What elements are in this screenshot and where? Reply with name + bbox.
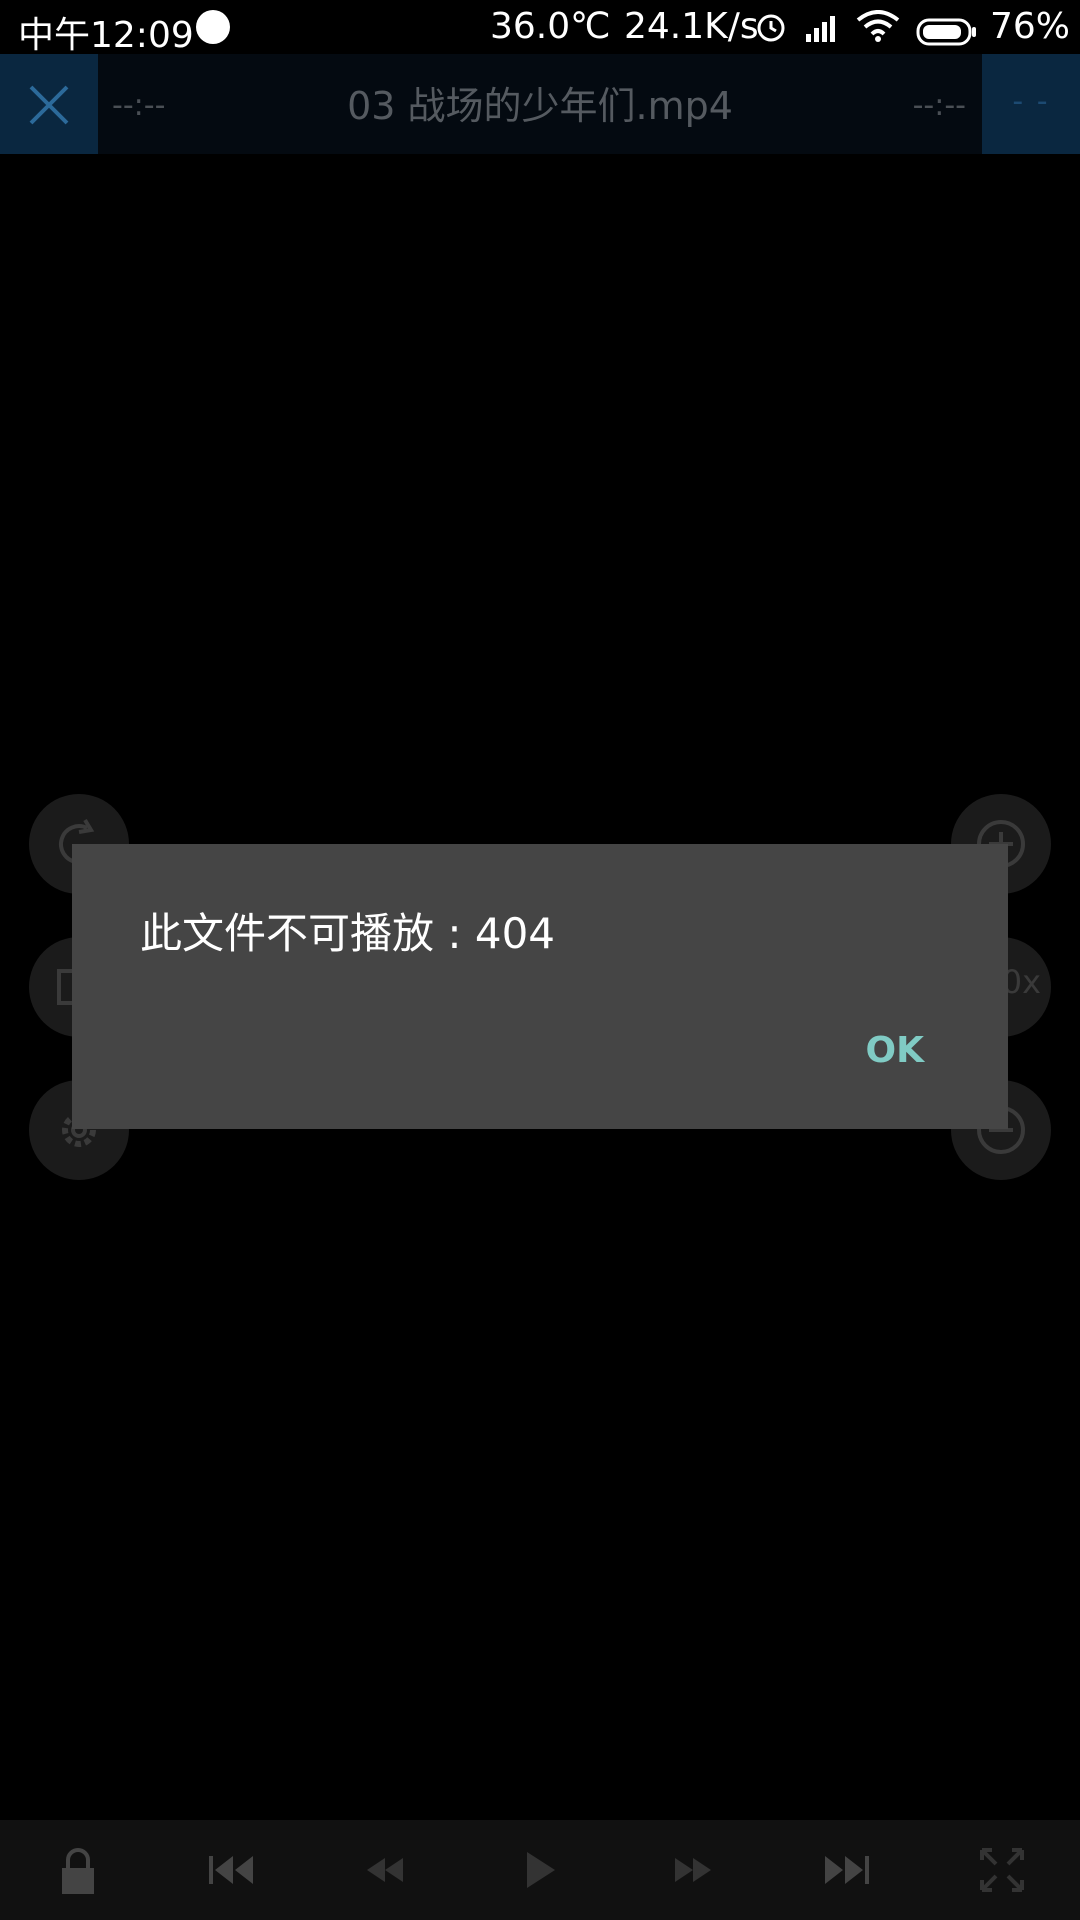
status-temperature: 36.0℃ bbox=[490, 6, 611, 47]
status-net-speed: 24.1K/s bbox=[624, 6, 759, 47]
elapsed-time: --:-- bbox=[112, 88, 166, 123]
player-top-bar: --:-- 03 战场的少年们.mp4 --:-- - - bbox=[0, 54, 1080, 154]
battery-icon bbox=[916, 14, 978, 55]
remaining-time: --:-- bbox=[912, 88, 966, 123]
status-battery-percent: 76% bbox=[990, 6, 1071, 47]
top-right-button[interactable]: - - bbox=[982, 54, 1080, 154]
video-player-screen: 中午12:09 36.0℃ 24.1K/s 76% --:-- 03 战场的少年… bbox=[0, 0, 1080, 1920]
fullscreen-icon[interactable] bbox=[972, 1840, 1032, 1900]
alarm-icon bbox=[754, 10, 788, 53]
rewind-icon[interactable] bbox=[355, 1840, 415, 1900]
close-button[interactable] bbox=[0, 54, 98, 154]
error-dialog: 此文件不可播放 : 404 OK bbox=[72, 844, 1008, 1129]
ok-button[interactable]: OK bbox=[866, 1030, 925, 1071]
skip-previous-icon[interactable] bbox=[201, 1840, 261, 1900]
dialog-message: 此文件不可播放 : 404 bbox=[140, 909, 556, 958]
app-notification-icon bbox=[196, 10, 230, 44]
lock-icon[interactable] bbox=[48, 1840, 108, 1900]
signal-icon bbox=[804, 12, 838, 53]
wifi-icon bbox=[856, 10, 900, 51]
status-bar: 中午12:09 36.0℃ 24.1K/s 76% bbox=[0, 0, 1080, 56]
play-icon[interactable] bbox=[509, 1840, 569, 1900]
skip-next-icon[interactable] bbox=[817, 1840, 877, 1900]
fast-forward-icon[interactable] bbox=[663, 1840, 723, 1900]
close-icon bbox=[0, 85, 98, 158]
status-time: 中午12:09 bbox=[18, 15, 194, 56]
playback-controls bbox=[0, 1820, 1080, 1920]
